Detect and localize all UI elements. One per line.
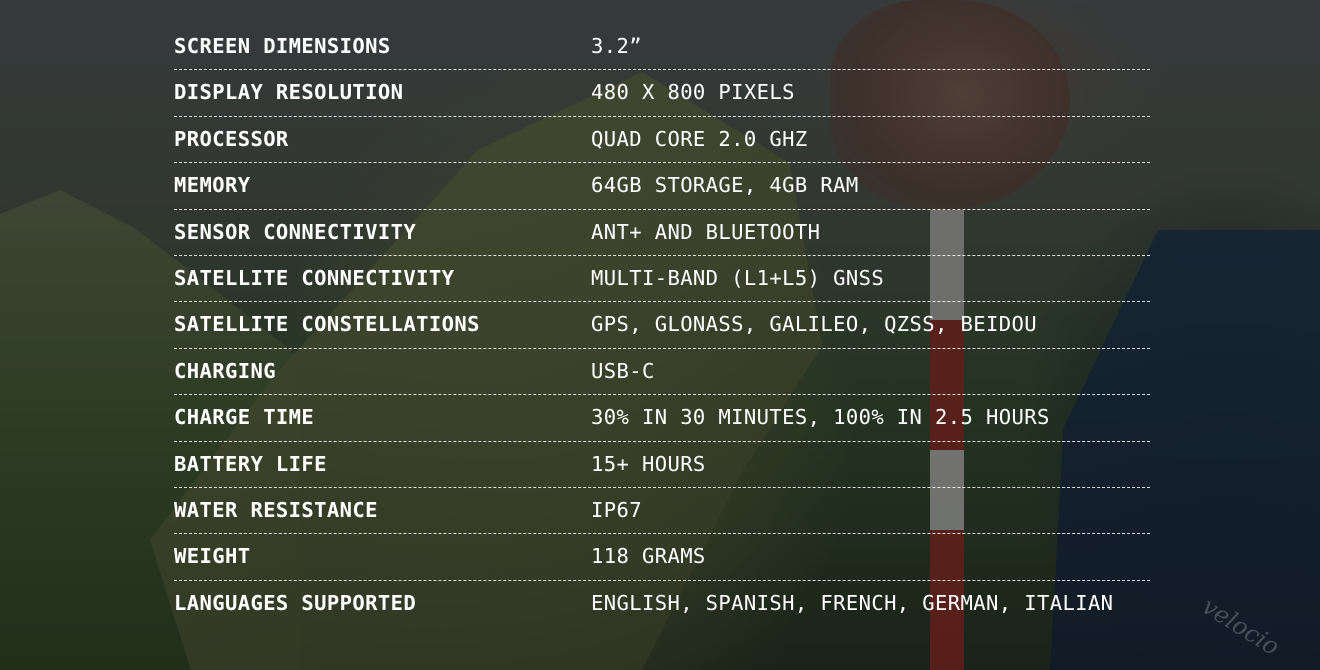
spec-label: CHARGE TIME [174, 405, 315, 430]
spec-row: SATELLITE CONNECTIVITY MULTI-BAND (L1+L5… [174, 256, 1150, 303]
spec-label: CHARGING [174, 358, 276, 383]
spec-label: WATER RESISTANCE [174, 497, 378, 522]
spec-label: WEIGHT [174, 544, 251, 569]
spec-label: LANGUAGES SUPPORTED [174, 590, 417, 615]
spec-row: LANGUAGES SUPPORTED ENGLISH, SPANISH, FR… [174, 581, 1150, 627]
background-photo: velocio SCREEN DIMENSIONS 3.2” DISPLAY R… [0, 0, 1320, 670]
spec-label: DISPLAY RESOLUTION [174, 80, 404, 105]
spec-row: PROCESSOR QUAD CORE 2.0 GHZ [174, 117, 1150, 164]
spec-label: MEMORY [174, 173, 251, 198]
spec-label: SATELLITE CONNECTIVITY [174, 265, 455, 290]
spec-label: BATTERY LIFE [174, 451, 327, 476]
spec-value: IP67 [591, 497, 642, 522]
spec-row: DISPLAY RESOLUTION 480 X 800 PIXELS [174, 70, 1150, 117]
spec-row: WEIGHT 118 GRAMS [174, 534, 1150, 581]
spec-value: GPS, GLONASS, GALILEO, QZSS, BEIDOU [591, 312, 1037, 337]
spec-row: CHARGING USB-C [174, 349, 1150, 396]
spec-row: SENSOR CONNECTIVITY ANT+ AND BLUETOOTH [174, 210, 1150, 256]
spec-label: SCREEN DIMENSIONS [174, 34, 391, 58]
spec-value: 480 X 800 PIXELS [591, 80, 795, 105]
spec-value: ANT+ AND BLUETOOTH [591, 219, 821, 244]
spec-value: 118 GRAMS [591, 544, 706, 569]
spec-label: SATELLITE CONSTELLATIONS [174, 312, 480, 337]
spec-value: 64GB STORAGE, 4GB RAM [591, 173, 859, 198]
spec-value: MULTI-BAND (L1+L5) GNSS [591, 265, 885, 290]
spec-table: SCREEN DIMENSIONS 3.2” DISPLAY RESOLUTIO… [174, 24, 1150, 627]
spec-row: CHARGE TIME 30% IN 30 MINUTES, 100% IN 2… [174, 395, 1150, 442]
spec-value: 15+ HOURS [591, 451, 706, 476]
spec-row: WATER RESISTANCE IP67 [174, 488, 1150, 535]
spec-row: SATELLITE CONSTELLATIONS GPS, GLONASS, G… [174, 302, 1150, 349]
spec-label: SENSOR CONNECTIVITY [174, 219, 417, 244]
spec-value: USB-C [591, 358, 655, 383]
spec-value: 3.2” [591, 34, 642, 58]
spec-value: QUAD CORE 2.0 GHZ [591, 126, 808, 151]
spec-row: BATTERY LIFE 15+ HOURS [174, 442, 1150, 488]
spec-row: MEMORY 64GB STORAGE, 4GB RAM [174, 163, 1150, 210]
spec-row: SCREEN DIMENSIONS 3.2” [174, 24, 1150, 71]
spec-value: ENGLISH, SPANISH, FRENCH, GERMAN, ITALIA… [591, 590, 1114, 615]
spec-value: 30% IN 30 MINUTES, 100% IN 2.5 HOURS [591, 405, 1050, 430]
spec-label: PROCESSOR [174, 126, 289, 151]
